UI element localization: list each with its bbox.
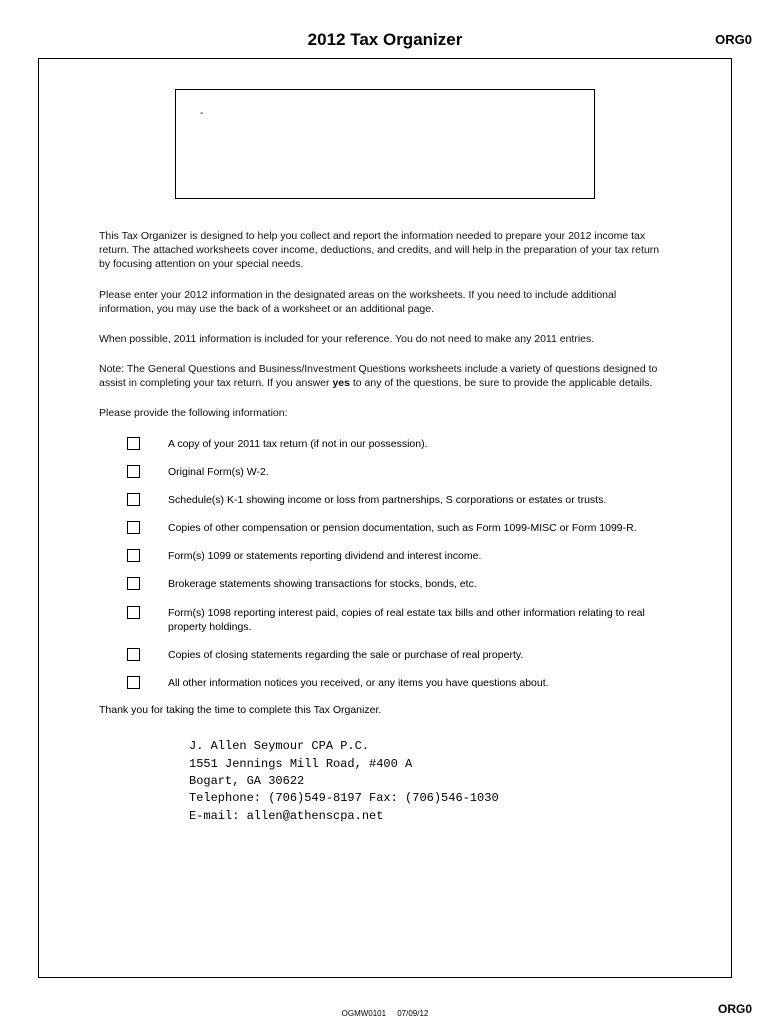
checklist-label: A copy of your 2011 tax return (if not i… [168, 437, 671, 451]
checklist-row: All other information notices you receiv… [127, 676, 671, 690]
thank-you-line: Thank you for taking the time to complet… [99, 704, 671, 716]
checkbox[interactable] [127, 676, 140, 689]
checklist-label: All other information notices you receiv… [168, 676, 671, 690]
checklist-label: Copies of other compensation or pension … [168, 521, 671, 535]
note-paragraph: Note: The General Questions and Business… [99, 362, 671, 390]
contact-name: J. Allen Seymour CPA P.C. [189, 738, 671, 755]
checkbox[interactable] [127, 493, 140, 506]
checkbox[interactable] [127, 465, 140, 478]
provide-info-heading: Please provide the following information… [99, 406, 671, 420]
checkbox[interactable] [127, 606, 140, 619]
page-header: 2012 Tax Organizer ORG0 [0, 0, 770, 50]
checklist-row: Brokerage statements showing transaction… [127, 577, 671, 591]
contact-block: J. Allen Seymour CPA P.C. 1551 Jennings … [189, 738, 671, 825]
contact-address-2: Bogart, GA 30622 [189, 773, 671, 790]
checklist-label: Schedule(s) K-1 showing income or loss f… [168, 493, 671, 507]
intro-paragraph-1: This Tax Organizer is designed to help y… [99, 229, 671, 272]
checkbox[interactable] [127, 549, 140, 562]
checklist-label: Form(s) 1099 or statements reporting div… [168, 549, 671, 563]
contact-address-1: 1551 Jennings Mill Road, #400 A [189, 756, 671, 773]
checklist-label: Form(s) 1098 reporting interest paid, co… [168, 606, 671, 634]
note-suffix: to any of the questions, be sure to prov… [350, 377, 652, 389]
address-box: - [175, 89, 595, 199]
checkbox[interactable] [127, 521, 140, 534]
page-footer: OGMW0101 07/09/12 [0, 1009, 770, 1018]
checklist-label: Original Form(s) W-2. [168, 465, 671, 479]
address-box-mark: - [200, 108, 203, 119]
note-bold-word: yes [332, 377, 350, 389]
contact-email: E-mail: allen@athenscpa.net [189, 808, 671, 825]
checklist: A copy of your 2011 tax return (if not i… [127, 437, 671, 691]
checklist-label: Copies of closing statements regarding t… [168, 648, 671, 662]
checklist-row: Schedule(s) K-1 showing income or loss f… [127, 493, 671, 507]
document-frame: - This Tax Organizer is designed to help… [38, 58, 732, 978]
checklist-row: Form(s) 1098 reporting interest paid, co… [127, 606, 671, 634]
intro-paragraph-2: Please enter your 2012 information in th… [99, 288, 671, 316]
checkbox[interactable] [127, 648, 140, 661]
form-code-bottom: ORG0 [718, 1002, 752, 1016]
intro-paragraph-3: When possible, 2011 information is inclu… [99, 332, 671, 346]
footer-form-id: OGMW0101 [342, 1009, 386, 1018]
checkbox[interactable] [127, 577, 140, 590]
form-code-top: ORG0 [715, 32, 752, 47]
checklist-row: A copy of your 2011 tax return (if not i… [127, 437, 671, 451]
checklist-label: Brokerage statements showing transaction… [168, 577, 671, 591]
checklist-row: Copies of closing statements regarding t… [127, 648, 671, 662]
checkbox[interactable] [127, 437, 140, 450]
contact-phone: Telephone: (706)549-8197 Fax: (706)546-1… [189, 790, 671, 807]
footer-date: 07/09/12 [397, 1009, 428, 1018]
checklist-row: Original Form(s) W-2. [127, 465, 671, 479]
checklist-row: Form(s) 1099 or statements reporting div… [127, 549, 671, 563]
page-title: 2012 Tax Organizer [308, 30, 463, 50]
checklist-row: Copies of other compensation or pension … [127, 521, 671, 535]
